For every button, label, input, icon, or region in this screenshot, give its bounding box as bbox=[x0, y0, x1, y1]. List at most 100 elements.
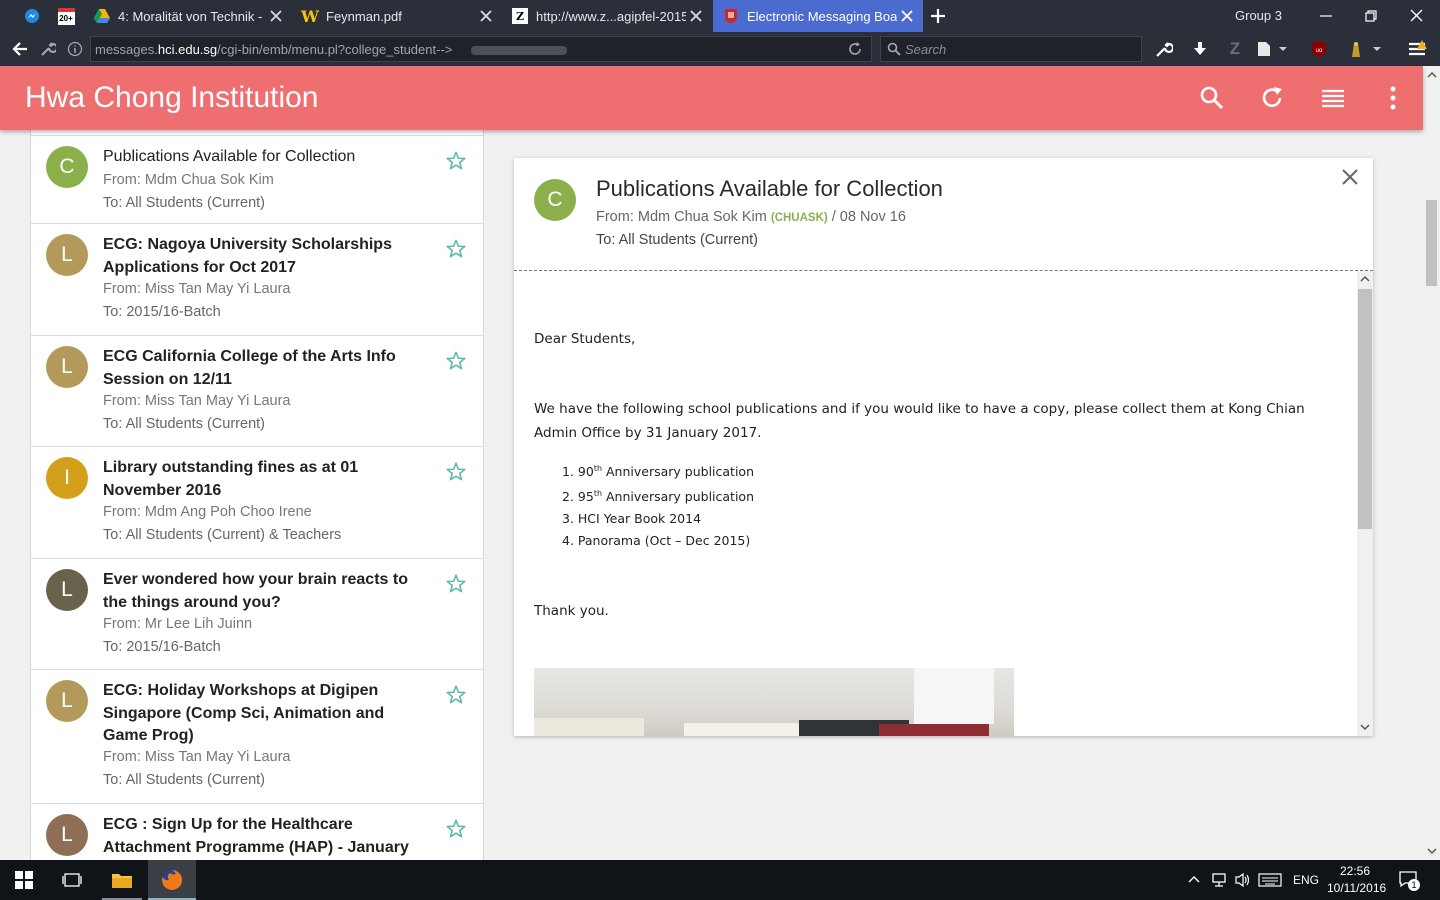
star-icon[interactable] bbox=[445, 684, 467, 706]
message-from: From: Mdm Ang Poh Choo Irene bbox=[103, 504, 312, 520]
task-view-button[interactable] bbox=[48, 860, 96, 900]
svg-text:uo: uo bbox=[1316, 48, 1323, 54]
minimize-icon[interactable] bbox=[1314, 4, 1338, 28]
input-language[interactable]: ENG bbox=[1293, 873, 1319, 887]
close-tab-icon[interactable] bbox=[268, 8, 284, 24]
list-item: 3. HCI Year Book 2014 bbox=[562, 511, 702, 527]
developer-tools-button[interactable] bbox=[1152, 37, 1176, 61]
tab-zeit-link[interactable]: Z http://www.z...agipfel-2015 bbox=[502, 0, 712, 32]
sender-avatar: L bbox=[46, 569, 88, 611]
list-item: 2. 95th Anniversary publication bbox=[562, 489, 754, 505]
refresh-button[interactable] bbox=[1257, 82, 1289, 114]
sender-avatar: I bbox=[46, 457, 88, 499]
clock-date[interactable]: 10/11/2016 bbox=[1327, 881, 1386, 895]
search-bar[interactable] bbox=[880, 36, 1142, 62]
ublock-button[interactable]: uo bbox=[1307, 37, 1331, 61]
close-tab-icon[interactable] bbox=[688, 8, 704, 24]
publication-list: 1. 90th Anniversary publication 2. 95th … bbox=[562, 458, 754, 552]
search-button[interactable] bbox=[1196, 82, 1228, 114]
firefox-button[interactable] bbox=[148, 860, 196, 900]
new-tab-plus-icon[interactable] bbox=[928, 6, 948, 26]
message-scrollbar[interactable] bbox=[1357, 271, 1373, 736]
star-icon[interactable] bbox=[445, 818, 467, 840]
keyboard-icon[interactable] bbox=[1258, 873, 1282, 887]
volume-icon[interactable] bbox=[1234, 872, 1252, 888]
page-button[interactable] bbox=[1252, 37, 1276, 61]
sender-avatar: C bbox=[534, 179, 576, 221]
sender-avatar: L bbox=[46, 346, 88, 388]
message-item[interactable]: C Publications Available for Collection … bbox=[31, 136, 483, 224]
search-input[interactable] bbox=[905, 40, 1135, 58]
message-list: C Publications Available for Collection … bbox=[30, 130, 484, 860]
more-options-button[interactable] bbox=[1377, 82, 1409, 114]
reload-icon[interactable] bbox=[847, 41, 863, 57]
restore-icon[interactable] bbox=[1359, 4, 1383, 28]
message-item[interactable]: L Ever wondered how your brain reacts to… bbox=[31, 559, 483, 670]
message-to: To: All Students (Current) bbox=[103, 416, 265, 432]
file-explorer-button[interactable] bbox=[98, 860, 146, 900]
chevron-up-icon[interactable] bbox=[1427, 70, 1437, 80]
zotero-button[interactable]: Z bbox=[1223, 37, 1247, 61]
messenger-icon bbox=[25, 9, 39, 23]
network-icon[interactable] bbox=[1210, 872, 1228, 888]
star-icon[interactable] bbox=[445, 350, 467, 372]
task-view-icon bbox=[62, 873, 82, 887]
pinned-tab-messenger[interactable] bbox=[18, 0, 46, 32]
page-icon bbox=[1258, 42, 1270, 56]
start-button[interactable] bbox=[0, 860, 48, 900]
close-window-icon[interactable] bbox=[1404, 4, 1428, 28]
star-icon[interactable] bbox=[445, 573, 467, 595]
scrollbar-thumb[interactable] bbox=[1426, 200, 1437, 286]
message-title: ECG : Sign Up for the Healthcare Attachm… bbox=[103, 816, 409, 856]
tools-button[interactable] bbox=[36, 37, 60, 61]
chevron-down-icon[interactable] bbox=[1360, 722, 1370, 732]
extension-button[interactable] bbox=[1344, 37, 1368, 61]
star-icon[interactable] bbox=[445, 150, 467, 172]
chevron-down-icon bbox=[1373, 47, 1381, 51]
windows-taskbar: ENG 22:56 10/11/2016 1 bbox=[0, 860, 1440, 900]
message-item[interactable]: L ECG: Nagoya University Scholarships Ap… bbox=[31, 224, 483, 336]
page-scrollbar[interactable] bbox=[1423, 66, 1440, 860]
hamburger-menu-icon bbox=[1409, 40, 1427, 56]
action-center-button[interactable]: 1 bbox=[1398, 870, 1420, 891]
tab-group-label[interactable]: Group 3 bbox=[1235, 8, 1282, 23]
page-menu-dropdown[interactable] bbox=[1276, 37, 1290, 61]
close-tab-icon[interactable] bbox=[478, 8, 494, 24]
close-icon[interactable] bbox=[1340, 167, 1360, 187]
chevron-down-icon[interactable] bbox=[1427, 846, 1437, 856]
detail-to: To: All Students (Current) bbox=[596, 232, 758, 248]
message-item[interactable]: L ECG California College of the Arts Inf… bbox=[31, 336, 483, 447]
menu-button[interactable] bbox=[1406, 37, 1430, 61]
chevron-up-icon[interactable] bbox=[1188, 874, 1200, 886]
close-tab-icon[interactable] bbox=[899, 8, 915, 24]
wrench-icon bbox=[41, 42, 56, 56]
tab-moralitaet[interactable]: 4: Moralität von Technik - ... bbox=[84, 0, 292, 32]
star-icon[interactable] bbox=[445, 461, 467, 483]
downloads-button[interactable] bbox=[1188, 37, 1212, 61]
detail-from-name: From: Mdm Chua Sok Kim bbox=[596, 209, 767, 225]
publications-photo bbox=[534, 668, 1014, 736]
list-view-button[interactable] bbox=[1317, 82, 1349, 114]
site-info-button[interactable] bbox=[63, 37, 87, 61]
scrollbar-thumb[interactable] bbox=[1358, 289, 1372, 529]
search-icon bbox=[1200, 86, 1224, 110]
pencil-extension-icon bbox=[1352, 42, 1360, 57]
more-vert-icon bbox=[1390, 86, 1396, 110]
hci-crest-icon bbox=[723, 8, 739, 24]
list-lines-icon bbox=[1322, 89, 1344, 108]
pinned-tab-calendar[interactable]: 20+ bbox=[52, 0, 80, 32]
back-button[interactable] bbox=[8, 37, 32, 61]
chevron-up-icon[interactable] bbox=[1360, 274, 1370, 284]
sender-code: (CHUASK) bbox=[770, 212, 828, 224]
message-item[interactable]: L ECG : Sign Up for the Healthcare Attac… bbox=[31, 804, 483, 860]
address-bar[interactable]: messages.hci.edu.sg/cgi-bin/emb/menu.pl?… bbox=[90, 36, 872, 62]
tab-electronic-messaging-board[interactable]: Electronic Messaging Board bbox=[713, 0, 923, 32]
tab-feynman[interactable]: W Feynman.pdf bbox=[292, 0, 502, 32]
extension-dropdown[interactable] bbox=[1370, 37, 1384, 61]
message-item[interactable]: I Library outstanding fines as at 01 Nov… bbox=[31, 447, 483, 559]
message-item[interactable]: L ECG: Holiday Workshops at Digipen Sing… bbox=[31, 670, 483, 804]
url-text: messages.hci.edu.sg/cgi-bin/emb/menu.pl?… bbox=[95, 42, 453, 57]
clock-time[interactable]: 22:56 bbox=[1340, 864, 1370, 878]
wikipedia-w-icon: W bbox=[301, 6, 319, 26]
star-icon[interactable] bbox=[445, 238, 467, 260]
